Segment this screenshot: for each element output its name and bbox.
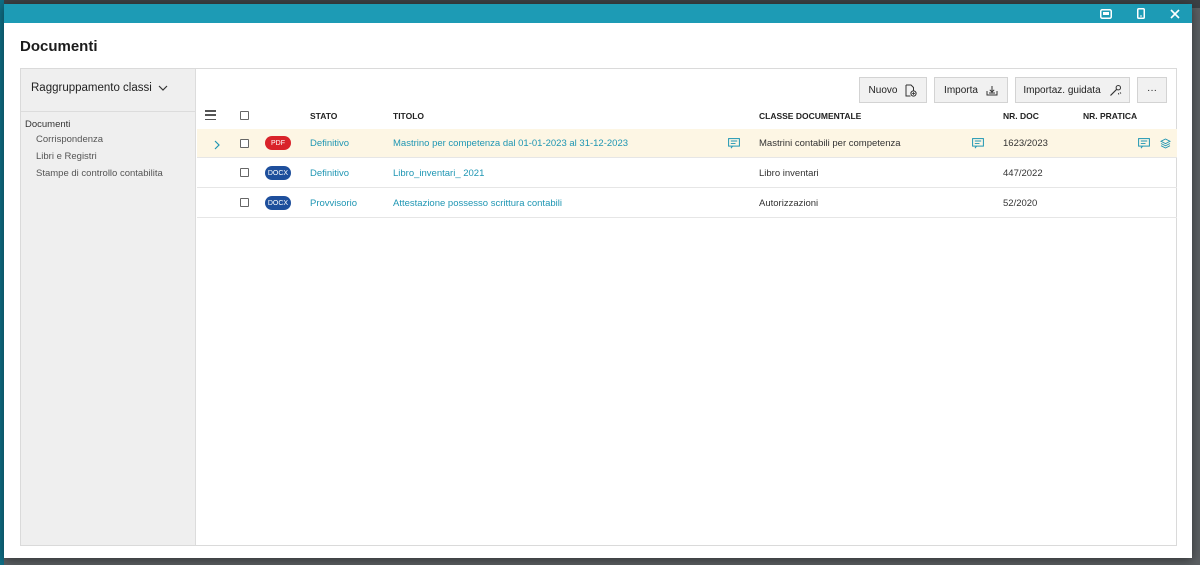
sidebar: Raggruppamento classi Documenti Corrispo… xyxy=(21,69,196,545)
grouping-dropdown[interactable]: Raggruppamento classi xyxy=(31,82,168,94)
more-options-button[interactable]: ··· xyxy=(1137,77,1167,103)
comment-icon[interactable] xyxy=(972,138,984,149)
table-row[interactable]: DOCX Provvisorio Attestazione possesso s… xyxy=(197,189,1177,218)
import-tray-icon xyxy=(986,85,998,95)
row-titolo[interactable]: Libro_inventari_ 2021 xyxy=(393,168,484,179)
row-classe: Mastrini contabili per competenza xyxy=(759,138,901,149)
grouping-dropdown-label: Raggruppamento classi xyxy=(31,82,152,94)
row-nr-doc: 447/2022 xyxy=(1003,168,1043,179)
comment-icon[interactable] xyxy=(1138,138,1150,149)
table-row[interactable]: DOCX Definitivo Libro_inventari_ 2021 Li… xyxy=(197,159,1177,188)
guided-import-button-label: Importaz. guidata xyxy=(1023,84,1101,96)
table-header: STATO TITOLO CLASSE DOCUMENTALE NR. DOC … xyxy=(197,107,1177,126)
sidebar-divider xyxy=(21,111,195,112)
documents-dialog: Documenti Raggruppamento classi Document… xyxy=(4,4,1192,558)
column-menu-icon[interactable] xyxy=(205,110,216,120)
import-button-label: Importa xyxy=(944,84,978,96)
documents-panel: Raggruppamento classi Documenti Corrispo… xyxy=(20,68,1177,546)
import-button[interactable]: Importa xyxy=(934,77,1008,103)
column-nr-pratica[interactable]: NR. PRATICA xyxy=(1083,111,1137,121)
row-stato[interactable]: Definitivo xyxy=(310,138,349,149)
new-button[interactable]: Nuovo xyxy=(859,77,927,103)
row-classe: Libro inventari xyxy=(759,168,819,179)
row-checkbox[interactable] xyxy=(240,168,249,177)
close-icon[interactable] xyxy=(1165,6,1185,21)
documents-content: Nuovo Importa Importaz. guidata ··· STAT… xyxy=(197,69,1177,545)
select-all-checkbox[interactable] xyxy=(240,111,249,120)
comment-icon[interactable] xyxy=(728,138,740,149)
new-button-label: Nuovo xyxy=(868,84,898,96)
row-titolo[interactable]: Attestazione possesso scrittura contabil… xyxy=(393,198,562,209)
file-type-badge: PDF xyxy=(265,136,291,150)
row-stato[interactable]: Definitivo xyxy=(310,168,349,179)
table-row[interactable]: PDF Definitivo Mastrino per competenza d… xyxy=(197,129,1177,158)
column-nr-doc[interactable]: NR. DOC xyxy=(1003,111,1039,121)
row-nr-doc: 52/2020 xyxy=(1003,198,1038,209)
page-title: Documenti xyxy=(20,38,98,55)
tree-root-documenti[interactable]: Documenti xyxy=(25,119,70,130)
new-document-icon xyxy=(905,84,918,97)
chevron-right-icon[interactable] xyxy=(214,137,220,155)
more-options-icon: ··· xyxy=(1147,84,1157,96)
column-stato[interactable]: STATO xyxy=(310,111,337,121)
chevron-down-icon xyxy=(158,85,168,91)
column-titolo[interactable]: TITOLO xyxy=(393,111,424,121)
tree-item-libri-registri[interactable]: Libri e Registri xyxy=(36,151,97,162)
guided-import-button[interactable]: Importaz. guidata xyxy=(1015,77,1130,103)
dialog-titlebar xyxy=(4,4,1192,23)
file-type-badge: DOCX xyxy=(265,196,291,210)
row-classe: Autorizzazioni xyxy=(759,198,819,209)
row-nr-doc: 1623/2023 xyxy=(1003,138,1048,149)
window-mode-icon[interactable] xyxy=(1096,6,1116,21)
row-checkbox[interactable] xyxy=(240,139,249,148)
column-classe-documentale[interactable]: CLASSE DOCUMENTALE xyxy=(759,111,861,121)
tree-item-corrispondenza[interactable]: Corrispondenza xyxy=(36,134,103,145)
row-checkbox[interactable] xyxy=(240,198,249,207)
row-titolo[interactable]: Mastrino per competenza dal 01-01-2023 a… xyxy=(393,138,628,149)
row-stato[interactable]: Provvisorio xyxy=(310,198,357,209)
tree-item-stampe-controllo[interactable]: Stampe di controllo contabilita xyxy=(36,168,163,179)
mobile-icon[interactable] xyxy=(1131,6,1151,21)
file-type-badge: DOCX xyxy=(265,166,291,180)
layers-icon[interactable] xyxy=(1160,138,1171,149)
magic-wand-icon xyxy=(1109,84,1121,96)
